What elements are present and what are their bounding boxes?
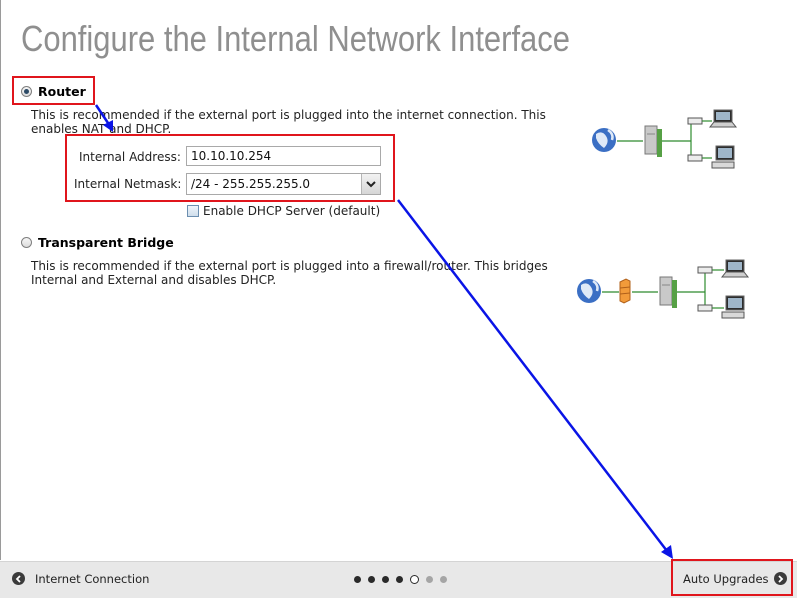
server-icon xyxy=(644,125,662,157)
step-dot xyxy=(368,576,375,583)
next-button-highlight-box xyxy=(671,559,793,596)
arrow-head xyxy=(661,545,673,559)
chevron-left-icon[interactable] xyxy=(12,572,25,585)
router-network-diagram xyxy=(592,109,738,169)
firewall-icon xyxy=(619,278,631,304)
transparent-bridge-radio[interactable] xyxy=(21,237,32,248)
step-dot xyxy=(426,576,433,583)
desktop-icon xyxy=(711,145,735,169)
step-dot xyxy=(354,576,361,583)
dhcp-checkbox[interactable] xyxy=(187,205,199,217)
desktop-icon xyxy=(721,295,745,319)
step-dot-current xyxy=(410,575,419,584)
globe-icon xyxy=(577,279,601,303)
page-title: Configure the Internal Network Interface xyxy=(21,18,570,59)
laptop-icon xyxy=(720,259,750,278)
switch-icon xyxy=(687,117,703,162)
internal-settings-highlight-box xyxy=(65,134,395,202)
laptop-icon xyxy=(708,109,738,128)
globe-icon xyxy=(592,128,616,152)
bridge-network-diagram xyxy=(577,259,750,319)
router-description: This is recommended if the external port… xyxy=(31,108,546,136)
step-dot xyxy=(382,576,389,583)
server-icon xyxy=(659,276,677,308)
back-button-label[interactable]: Internet Connection xyxy=(35,572,149,586)
transparent-bridge-label[interactable]: Transparent Bridge xyxy=(38,235,174,250)
transparent-bridge-description: This is recommended if the external port… xyxy=(31,259,548,287)
arrow-line xyxy=(397,199,668,552)
router-highlight-box xyxy=(12,76,95,105)
window-left-border xyxy=(0,0,1,560)
step-indicator xyxy=(354,575,454,585)
dhcp-checkbox-label[interactable]: Enable DHCP Server (default) xyxy=(203,204,380,218)
step-dot xyxy=(440,576,447,583)
step-dot xyxy=(396,576,403,583)
